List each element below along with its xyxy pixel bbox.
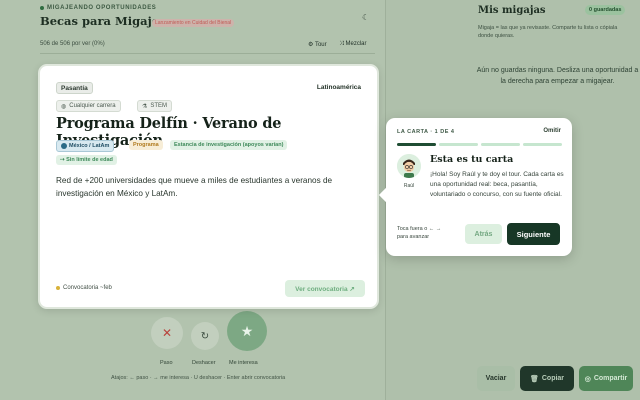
age-badge: ⇢ Sin límite de edad: [56, 155, 117, 165]
card-description: Red de +200 universidades que mueve a mi…: [56, 176, 333, 198]
clear-button[interactable]: Vaciar: [477, 366, 515, 391]
location-badge: México / LatAm: [56, 140, 115, 152]
stem-chip-label: STEM: [150, 103, 168, 109]
kicker-dot-icon: [40, 6, 44, 10]
keyboard-hint: Atajos: ← paso · → me interesa · U desha…: [111, 375, 286, 381]
countdown-badge: Lanzamiento en Cuidad del Bienal: [152, 19, 235, 27]
share-icon: ◎: [584, 375, 591, 383]
panel-description: Migaja = las que ya revisaste. Comparte …: [478, 25, 618, 39]
tour-body: ¡Hola! Soy Raúl y te doy el tour. Cada c…: [430, 171, 564, 198]
shuffle-button[interactable]: ⤨ Mezclar: [339, 41, 367, 48]
star-icon: ★: [240, 322, 254, 339]
share-label: Compartir: [593, 375, 628, 382]
tour-progress-segment: [397, 143, 436, 146]
tour-title: Esta es tu carta: [430, 154, 514, 165]
stem-chip: ⚗ STEM: [137, 100, 173, 112]
shuffle-button-label: Mezclar: [345, 41, 367, 47]
next-button[interactable]: Siguiente: [507, 223, 560, 245]
copy-label: Copiar: [541, 375, 565, 382]
undo-icon: ↻: [200, 330, 210, 342]
career-chip: ◍ Cualquier carrera: [56, 100, 121, 112]
close-icon: ✕: [161, 326, 173, 340]
tour-icon: ⚙: [308, 42, 314, 48]
theme-toggle-moon-icon[interactable]: ☾: [362, 13, 369, 22]
region-label: Latinoamérica: [316, 84, 361, 91]
raul-avatar-icon: [397, 154, 421, 178]
pass-button[interactable]: ✕: [151, 317, 183, 349]
location-label: México / LatAm: [69, 143, 110, 149]
empty-state-message: Aún no guardas ninguna. Desliza una opor…: [476, 67, 639, 85]
kicker-text: MIGAJEANDO OPORTUNIDADES: [47, 5, 157, 11]
deadline-text: Convocatoria ~feb: [63, 285, 112, 291]
deadline: Convocatoria ~feb: [56, 285, 112, 291]
skip-button[interactable]: Omitir: [543, 128, 561, 134]
tour-progress-segment: [481, 143, 520, 146]
person-icon: ◍: [61, 103, 67, 110]
shuffle-icon: ⤨: [339, 41, 344, 47]
tour-popover: LA CARTA · 1 DE 4 Omitir Raúl Esta es tu…: [378, 118, 572, 256]
type-tag: Pasantía: [56, 82, 93, 94]
tour-progress-segment: [523, 143, 562, 146]
kind-badge: Programa: [129, 140, 163, 150]
tour-button-label: Tour: [314, 42, 327, 48]
like-button[interactable]: ★: [227, 311, 267, 351]
flask-icon: ⚗: [142, 103, 148, 110]
clear-label: Vaciar: [485, 375, 507, 382]
tour-hint: Toca fuera o ← → para avanzar: [397, 226, 442, 240]
share-button[interactable]: ◎ Compartir: [579, 366, 633, 391]
deadline-dot-icon: [56, 286, 60, 290]
tour-progress: [397, 143, 562, 146]
pass-label: Paso: [160, 360, 173, 366]
undo-label: Deshacer: [192, 360, 216, 366]
view-call-button[interactable]: Ver convocatoria ↗: [285, 280, 365, 297]
avatar-name: Raúl: [403, 183, 415, 189]
kicker: MIGAJEANDO OPORTUNIDADES: [40, 5, 156, 11]
progress-track: [40, 53, 375, 54]
undo-button[interactable]: ↻: [191, 322, 219, 350]
panel-title: Mis migajas: [478, 5, 546, 16]
opportunity-card[interactable]: Pasantía Latinoamérica ◍ Cualquier carrer…: [38, 64, 379, 309]
tour-progress-segment: [439, 143, 478, 146]
like-label: Me interesa: [229, 360, 258, 366]
globe-icon: [61, 143, 67, 149]
tour-button[interactable]: ⚙ Tour: [308, 41, 327, 48]
copy-button[interactable]: 🗑 Copiar: [520, 366, 574, 391]
career-chip-label: Cualquier carrera: [69, 103, 116, 109]
progress-counter: 506 de 506 por ver (0%): [40, 41, 105, 47]
tour-step: LA CARTA · 1 DE 4: [397, 129, 455, 135]
saved-count-badge: 0 guardadas: [585, 5, 626, 15]
trash-icon: 🗑: [529, 375, 539, 383]
back-button[interactable]: Atrás: [465, 224, 502, 244]
avatar: [397, 154, 421, 178]
stay-badge: Estancia de investigación (apoyos varían…: [170, 140, 288, 150]
